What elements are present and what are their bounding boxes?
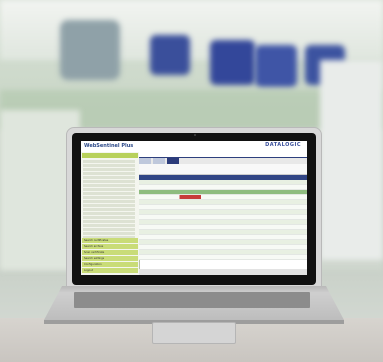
tab[interactable] [139,158,151,164]
tab[interactable] [152,158,165,164]
sidebar: WebSentinel Plus Search certificates Sea… [81,141,140,275]
menu-item[interactable]: Search certificates [82,238,138,243]
machine-part [60,20,120,80]
menu-item[interactable]: Scan certificate [82,250,138,255]
left-menu: Search certificates Search archive Scan … [82,237,138,273]
touchpad [152,322,236,344]
laptop-screen: WebSentinel Plus Search certificates Sea… [66,127,322,291]
tree-view[interactable] [83,159,135,249]
menu-item[interactable]: Search settings [82,256,138,261]
filter-bar[interactable] [139,164,307,175]
display: WebSentinel Plus Search certificates Sea… [81,141,307,275]
user-strip [82,153,138,158]
screen-bezel: WebSentinel Plus Search certificates Sea… [72,133,316,285]
top-bar: DATALOGIC [139,141,307,158]
robot-head [210,40,255,85]
table-row[interactable] [139,255,307,260]
app-title: WebSentinel Plus [81,141,139,152]
right-pillar [320,60,383,260]
webcam [194,134,196,136]
menu-item[interactable]: Configuration [82,262,138,267]
keyboard [74,292,310,308]
menu-item[interactable]: Logout [82,268,138,273]
robot-head [255,45,297,87]
brand-logo: DATALOGIC [265,142,301,148]
tab[interactable] [166,158,179,164]
robot-head [150,35,190,75]
status-bar [139,269,307,275]
menu-item[interactable]: Search archive [82,244,138,249]
main-panel: DATALOGIC [139,141,307,275]
